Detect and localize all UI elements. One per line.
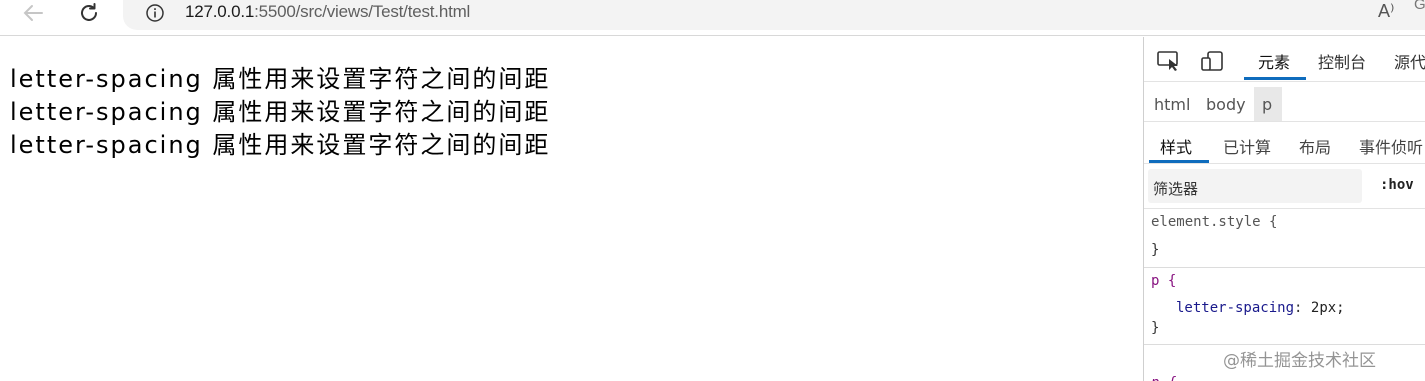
demo-paragraph-3: letter-spacing 属性用来设置字符之间的间距	[10, 131, 551, 159]
p-rule-close: }	[1151, 320, 1160, 336]
css-property-value: 2px;	[1310, 300, 1345, 316]
info-circle-icon	[146, 4, 164, 22]
demo-paragraph-1: letter-spacing 属性用来设置字符之间的间距	[10, 65, 551, 93]
devtools-panel: 元素 控制台 源代 html body p 样式 已计算 布局 事件侦听 筛选器…	[1143, 37, 1425, 381]
device-toggle-icon	[1201, 51, 1223, 71]
reload-icon	[81, 3, 97, 21]
demo-paragraph-2: letter-spacing 属性用来设置字符之间的间距	[10, 98, 551, 126]
reload-button[interactable]	[76, 0, 102, 26]
active-subtab-indicator	[1149, 160, 1209, 163]
devtools-tab-bar: 元素 控制台 源代	[1144, 37, 1425, 82]
watermark: @稀土掘金技术社区	[1223, 351, 1376, 371]
p-rule-selector[interactable]: p {	[1151, 273, 1176, 289]
url-path: :5500/src/views/Test/test.html	[254, 2, 471, 21]
active-tab-indicator	[1244, 77, 1306, 80]
tab-event-listeners[interactable]: 事件侦听	[1359, 134, 1423, 158]
element-style-close: }	[1151, 242, 1160, 258]
inspect-cursor-icon	[1157, 51, 1178, 71]
tab-console[interactable]: 控制台	[1318, 49, 1366, 73]
css-colon: :	[1294, 300, 1303, 316]
profile-button-partial[interactable]: G	[1414, 0, 1425, 13]
element-style-selector[interactable]: element.style {	[1151, 214, 1277, 230]
p-selector-text: p {	[1151, 273, 1177, 289]
read-aloud-button[interactable]: A⁾	[1378, 1, 1394, 22]
back-button[interactable]	[20, 0, 46, 26]
tab-styles[interactable]: 样式	[1160, 134, 1192, 158]
styles-filter-row: 筛选器 :hov	[1144, 164, 1425, 209]
read-aloud-icon: A⁾	[1378, 1, 1395, 21]
device-emulation-button[interactable]	[1200, 50, 1226, 76]
url-text[interactable]: 127.0.0.1:5500/src/views/Test/test.html	[185, 2, 470, 22]
p-ua-selector-text: p {	[1151, 375, 1176, 381]
crumb-p[interactable]: p	[1262, 95, 1272, 114]
breadcrumb: html body p	[1144, 87, 1425, 122]
site-info-button[interactable]	[143, 0, 167, 26]
filter-placeholder: 筛选器	[1153, 180, 1199, 198]
tab-computed[interactable]: 已计算	[1223, 134, 1271, 158]
crumb-html[interactable]: html	[1154, 95, 1190, 114]
inspect-element-button[interactable]	[1156, 50, 1182, 76]
styles-subtab-bar: 样式 已计算 布局 事件侦听	[1144, 121, 1425, 164]
tab-sources[interactable]: 源代	[1394, 49, 1425, 73]
url-host: 127.0.0.1	[185, 2, 255, 21]
crumb-body[interactable]: body	[1206, 95, 1246, 114]
tab-layout[interactable]: 布局	[1299, 134, 1331, 158]
css-property-name: letter-spacing	[1176, 300, 1295, 316]
rule-divider	[1144, 267, 1425, 268]
hov-toggle-button[interactable]: :hov	[1380, 177, 1414, 193]
page-viewport: letter-spacing 属性用来设置字符之间的间距 letter-spac…	[0, 37, 1143, 381]
arrow-left-icon	[23, 5, 43, 21]
tab-elements[interactable]: 元素	[1258, 49, 1290, 73]
rule-divider	[1144, 344, 1425, 345]
p-ua-rule-selector[interactable]: p {	[1151, 375, 1176, 381]
browser-toolbar: 127.0.0.1:5500/src/views/Test/test.html …	[0, 0, 1425, 36]
p-rule-declaration[interactable]: letter-spacing: 2px;	[1176, 300, 1345, 316]
